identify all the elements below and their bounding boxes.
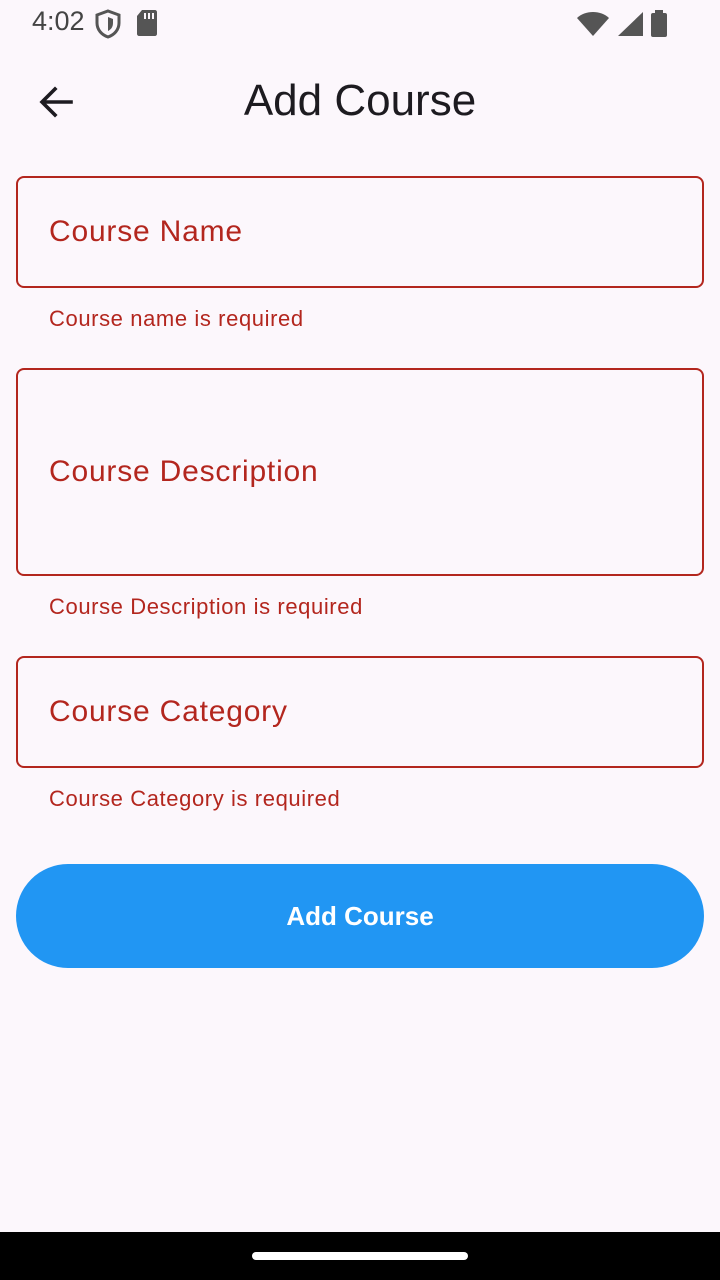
app-bar: Add Course xyxy=(0,56,720,152)
status-time: 4:02 xyxy=(32,6,85,36)
status-bar: 4:02 xyxy=(0,0,720,48)
cellular-signal-icon xyxy=(616,11,644,42)
page-title: Add Course xyxy=(243,76,477,125)
wifi-icon xyxy=(576,11,610,42)
sd-card-icon xyxy=(136,9,158,44)
course-category-label: Course Category xyxy=(49,695,288,728)
course-name-field[interactable]: Course Name xyxy=(16,176,704,288)
add-course-button[interactable]: Add Course xyxy=(16,864,704,968)
course-category-field[interactable]: Course Category xyxy=(16,656,704,768)
navigation-bar xyxy=(0,1232,720,1280)
course-name-error: Course name is required xyxy=(49,306,304,331)
battery-icon xyxy=(650,10,668,43)
course-description-field[interactable]: Course Description xyxy=(16,368,704,576)
course-name-label: Course Name xyxy=(49,215,243,248)
shield-icon xyxy=(94,9,122,44)
course-description-error: Course Description is required xyxy=(49,594,363,619)
course-description-label: Course Description xyxy=(49,455,319,488)
status-right-icons xyxy=(576,10,668,43)
status-left-icons xyxy=(94,9,158,44)
home-indicator[interactable] xyxy=(252,1252,468,1260)
course-category-error: Course Category is required xyxy=(49,786,341,811)
